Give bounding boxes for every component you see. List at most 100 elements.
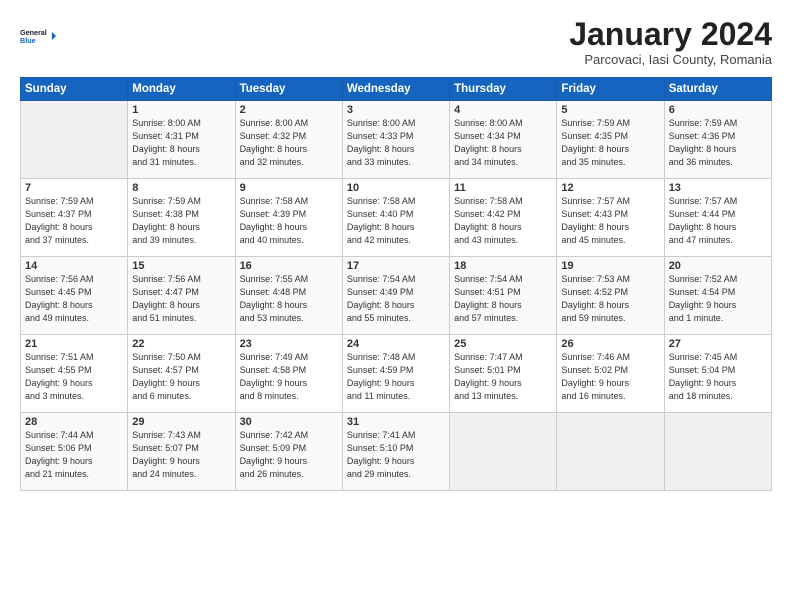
day-number: 18 (454, 260, 552, 272)
day-info: Sunrise: 7:47 AMSunset: 5:01 PMDaylight:… (454, 351, 552, 403)
weekday-header-monday: Monday (128, 78, 235, 101)
location: Parcovaci, Iasi County, Romania (569, 52, 772, 67)
day-info: Sunrise: 7:49 AMSunset: 4:58 PMDaylight:… (240, 351, 338, 403)
calendar-cell: 23Sunrise: 7:49 AMSunset: 4:58 PMDayligh… (235, 335, 342, 413)
day-info: Sunrise: 7:59 AMSunset: 4:37 PMDaylight:… (25, 195, 123, 247)
day-info: Sunrise: 8:00 AMSunset: 4:31 PMDaylight:… (132, 117, 230, 169)
calendar-table: SundayMondayTuesdayWednesdayThursdayFrid… (20, 77, 772, 491)
day-info: Sunrise: 7:59 AMSunset: 4:38 PMDaylight:… (132, 195, 230, 247)
calendar-cell: 19Sunrise: 7:53 AMSunset: 4:52 PMDayligh… (557, 257, 664, 335)
calendar-cell: 13Sunrise: 7:57 AMSunset: 4:44 PMDayligh… (664, 179, 771, 257)
day-info: Sunrise: 7:45 AMSunset: 5:04 PMDaylight:… (669, 351, 767, 403)
calendar-cell: 17Sunrise: 7:54 AMSunset: 4:49 PMDayligh… (342, 257, 449, 335)
day-number: 5 (561, 104, 659, 116)
weekday-header-wednesday: Wednesday (342, 78, 449, 101)
day-number: 14 (25, 260, 123, 272)
calendar-page: General Blue January 2024 Parcovaci, Ias… (0, 0, 792, 612)
day-info: Sunrise: 8:00 AMSunset: 4:34 PMDaylight:… (454, 117, 552, 169)
calendar-cell: 16Sunrise: 7:55 AMSunset: 4:48 PMDayligh… (235, 257, 342, 335)
day-number: 4 (454, 104, 552, 116)
day-number: 28 (25, 416, 123, 428)
day-info: Sunrise: 7:43 AMSunset: 5:07 PMDaylight:… (132, 429, 230, 481)
day-info: Sunrise: 7:59 AMSunset: 4:35 PMDaylight:… (561, 117, 659, 169)
calendar-cell: 4Sunrise: 8:00 AMSunset: 4:34 PMDaylight… (450, 101, 557, 179)
weekday-header-sunday: Sunday (21, 78, 128, 101)
day-info: Sunrise: 7:50 AMSunset: 4:57 PMDaylight:… (132, 351, 230, 403)
calendar-cell: 28Sunrise: 7:44 AMSunset: 5:06 PMDayligh… (21, 413, 128, 491)
day-info: Sunrise: 7:58 AMSunset: 4:40 PMDaylight:… (347, 195, 445, 247)
day-number: 10 (347, 182, 445, 194)
calendar-cell: 14Sunrise: 7:56 AMSunset: 4:45 PMDayligh… (21, 257, 128, 335)
weekday-header-thursday: Thursday (450, 78, 557, 101)
day-info: Sunrise: 7:51 AMSunset: 4:55 PMDaylight:… (25, 351, 123, 403)
day-number: 17 (347, 260, 445, 272)
title-block: January 2024 Parcovaci, Iasi County, Rom… (569, 18, 772, 67)
day-info: Sunrise: 7:57 AMSunset: 4:44 PMDaylight:… (669, 195, 767, 247)
day-number: 2 (240, 104, 338, 116)
day-info: Sunrise: 8:00 AMSunset: 4:33 PMDaylight:… (347, 117, 445, 169)
day-number: 24 (347, 338, 445, 350)
day-number: 13 (669, 182, 767, 194)
day-info: Sunrise: 7:55 AMSunset: 4:48 PMDaylight:… (240, 273, 338, 325)
day-number: 23 (240, 338, 338, 350)
calendar-cell (21, 101, 128, 179)
weekday-header-saturday: Saturday (664, 78, 771, 101)
day-number: 19 (561, 260, 659, 272)
day-info: Sunrise: 7:58 AMSunset: 4:42 PMDaylight:… (454, 195, 552, 247)
calendar-cell (450, 413, 557, 491)
calendar-cell: 31Sunrise: 7:41 AMSunset: 5:10 PMDayligh… (342, 413, 449, 491)
day-info: Sunrise: 7:56 AMSunset: 4:47 PMDaylight:… (132, 273, 230, 325)
day-number: 6 (669, 104, 767, 116)
day-number: 29 (132, 416, 230, 428)
day-number: 3 (347, 104, 445, 116)
calendar-cell: 11Sunrise: 7:58 AMSunset: 4:42 PMDayligh… (450, 179, 557, 257)
day-info: Sunrise: 7:57 AMSunset: 4:43 PMDaylight:… (561, 195, 659, 247)
day-info: Sunrise: 7:46 AMSunset: 5:02 PMDaylight:… (561, 351, 659, 403)
day-number: 12 (561, 182, 659, 194)
weekday-header-tuesday: Tuesday (235, 78, 342, 101)
calendar-cell: 5Sunrise: 7:59 AMSunset: 4:35 PMDaylight… (557, 101, 664, 179)
calendar-cell: 3Sunrise: 8:00 AMSunset: 4:33 PMDaylight… (342, 101, 449, 179)
calendar-cell: 15Sunrise: 7:56 AMSunset: 4:47 PMDayligh… (128, 257, 235, 335)
day-info: Sunrise: 7:42 AMSunset: 5:09 PMDaylight:… (240, 429, 338, 481)
day-info: Sunrise: 7:54 AMSunset: 4:51 PMDaylight:… (454, 273, 552, 325)
month-title: January 2024 (569, 18, 772, 50)
day-info: Sunrise: 7:56 AMSunset: 4:45 PMDaylight:… (25, 273, 123, 325)
svg-text:Blue: Blue (20, 36, 36, 45)
calendar-cell: 7Sunrise: 7:59 AMSunset: 4:37 PMDaylight… (21, 179, 128, 257)
calendar-cell: 18Sunrise: 7:54 AMSunset: 4:51 PMDayligh… (450, 257, 557, 335)
day-info: Sunrise: 7:58 AMSunset: 4:39 PMDaylight:… (240, 195, 338, 247)
calendar-cell: 21Sunrise: 7:51 AMSunset: 4:55 PMDayligh… (21, 335, 128, 413)
day-info: Sunrise: 7:44 AMSunset: 5:06 PMDaylight:… (25, 429, 123, 481)
calendar-cell: 26Sunrise: 7:46 AMSunset: 5:02 PMDayligh… (557, 335, 664, 413)
day-number: 8 (132, 182, 230, 194)
day-number: 9 (240, 182, 338, 194)
day-info: Sunrise: 7:54 AMSunset: 4:49 PMDaylight:… (347, 273, 445, 325)
day-info: Sunrise: 8:00 AMSunset: 4:32 PMDaylight:… (240, 117, 338, 169)
calendar-cell: 12Sunrise: 7:57 AMSunset: 4:43 PMDayligh… (557, 179, 664, 257)
day-number: 30 (240, 416, 338, 428)
day-number: 20 (669, 260, 767, 272)
day-number: 22 (132, 338, 230, 350)
day-number: 16 (240, 260, 338, 272)
day-info: Sunrise: 7:52 AMSunset: 4:54 PMDaylight:… (669, 273, 767, 325)
calendar-cell (557, 413, 664, 491)
calendar-cell: 6Sunrise: 7:59 AMSunset: 4:36 PMDaylight… (664, 101, 771, 179)
calendar-cell: 2Sunrise: 8:00 AMSunset: 4:32 PMDaylight… (235, 101, 342, 179)
day-number: 21 (25, 338, 123, 350)
day-number: 31 (347, 416, 445, 428)
day-number: 1 (132, 104, 230, 116)
calendar-cell: 20Sunrise: 7:52 AMSunset: 4:54 PMDayligh… (664, 257, 771, 335)
day-number: 26 (561, 338, 659, 350)
day-number: 7 (25, 182, 123, 194)
calendar-cell: 27Sunrise: 7:45 AMSunset: 5:04 PMDayligh… (664, 335, 771, 413)
svg-text:General: General (20, 28, 47, 37)
day-info: Sunrise: 7:41 AMSunset: 5:10 PMDaylight:… (347, 429, 445, 481)
calendar-cell: 29Sunrise: 7:43 AMSunset: 5:07 PMDayligh… (128, 413, 235, 491)
calendar-cell: 25Sunrise: 7:47 AMSunset: 5:01 PMDayligh… (450, 335, 557, 413)
calendar-cell: 30Sunrise: 7:42 AMSunset: 5:09 PMDayligh… (235, 413, 342, 491)
calendar-cell: 24Sunrise: 7:48 AMSunset: 4:59 PMDayligh… (342, 335, 449, 413)
day-number: 27 (669, 338, 767, 350)
weekday-header-friday: Friday (557, 78, 664, 101)
day-info: Sunrise: 7:53 AMSunset: 4:52 PMDaylight:… (561, 273, 659, 325)
